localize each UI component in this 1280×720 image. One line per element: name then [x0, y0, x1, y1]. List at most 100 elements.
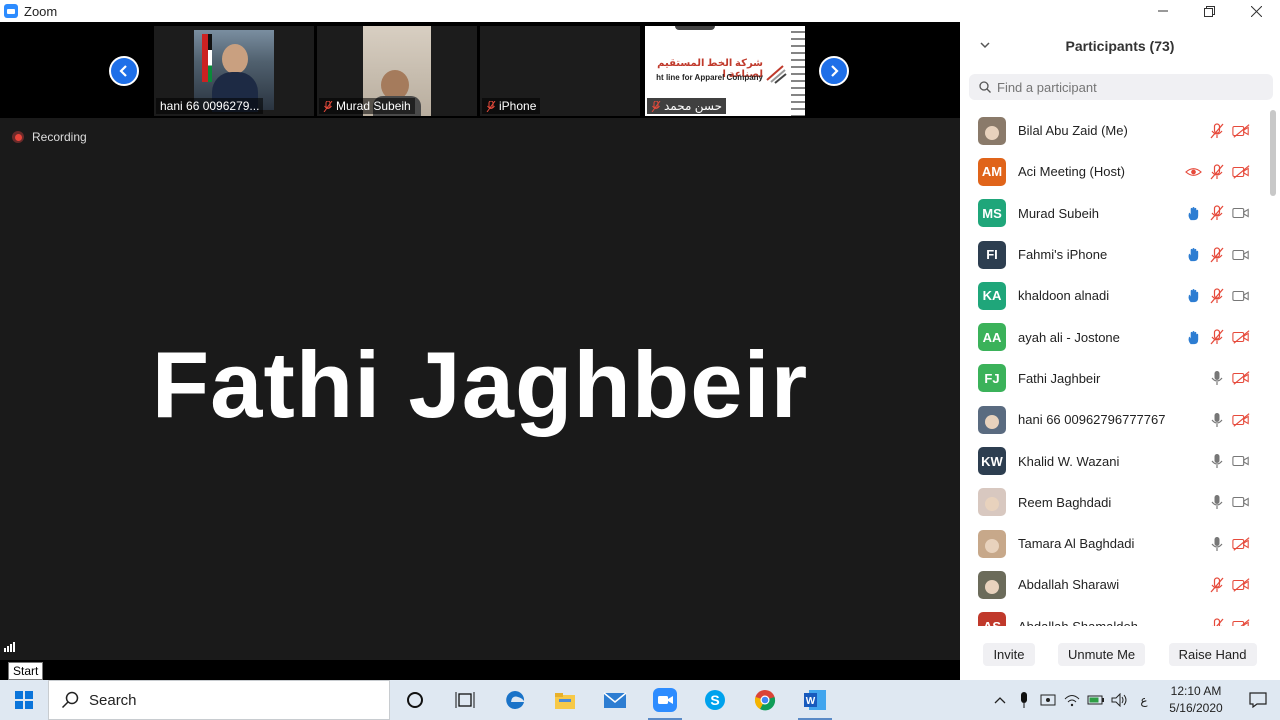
unmute-me-button[interactable]: Unmute Me: [1057, 642, 1146, 666]
participant-row[interactable]: AS Abdallah Shamaldeh: [960, 606, 1270, 626]
meet-now-button[interactable]: [1036, 680, 1060, 720]
edge-icon: [506, 690, 525, 709]
video-off-icon[interactable]: [1232, 369, 1250, 387]
svg-text:S: S: [710, 692, 719, 708]
battery-button[interactable]: [1084, 680, 1108, 720]
restore-button[interactable]: [1186, 0, 1233, 22]
video-tile[interactable]: iPhone: [480, 26, 640, 116]
network-button[interactable]: [1060, 680, 1084, 720]
mic-muted-icon[interactable]: [1208, 287, 1226, 305]
participant-row[interactable]: Abdallah Sharawi: [960, 564, 1270, 605]
notifications-button[interactable]: [1236, 680, 1280, 720]
file-explorer-button[interactable]: [540, 680, 590, 720]
skype-button[interactable]: S: [690, 680, 740, 720]
mic-icon[interactable]: [1208, 411, 1226, 429]
participant-row[interactable]: MS Murad Subeih: [960, 193, 1270, 234]
video-off-icon[interactable]: [1232, 122, 1250, 140]
participant-row[interactable]: AM Aci Meeting (Host): [960, 151, 1270, 192]
cortana-button[interactable]: [390, 680, 440, 720]
participant-row[interactable]: AA ayah ali - Jostone: [960, 316, 1270, 357]
video-icon[interactable]: [1232, 452, 1250, 470]
search-input[interactable]: [997, 79, 1257, 95]
restore-icon: [1204, 5, 1215, 17]
panel-scrollbar[interactable]: [1270, 110, 1276, 196]
video-off-icon[interactable]: [1232, 535, 1250, 553]
mic-muted-icon[interactable]: [1208, 617, 1226, 626]
participant-row[interactable]: Bilal Abu Zaid (Me): [960, 110, 1270, 151]
raise-hand-button[interactable]: Raise Hand: [1168, 642, 1257, 666]
language-indicator[interactable]: ع: [1132, 680, 1156, 720]
recording-indicator[interactable]: Recording: [12, 130, 87, 144]
participant-search[interactable]: [969, 74, 1273, 100]
task-view-button[interactable]: [440, 680, 490, 720]
microphone-tray-button[interactable]: [1012, 680, 1036, 720]
clock[interactable]: 12:10 AM 5/16/2020: [1156, 683, 1236, 717]
participant-row[interactable]: Reem Baghdadi: [960, 482, 1270, 523]
participant-row[interactable]: FJ Fathi Jaghbeir: [960, 358, 1270, 399]
video-tile[interactable]: hani 66 0096279...: [154, 26, 314, 116]
participant-row[interactable]: KW Khalid W. Wazani: [960, 440, 1270, 481]
invite-button[interactable]: Invite: [983, 642, 1035, 666]
mail-icon: [603, 692, 627, 708]
participant-name: Fahmi's iPhone: [1018, 247, 1108, 263]
chrome-button[interactable]: [740, 680, 790, 720]
mic-muted-icon[interactable]: [1208, 328, 1226, 346]
participant-status-icons: [1184, 316, 1250, 357]
meeting-controls-bar: [0, 660, 960, 680]
volume-button[interactable]: [1108, 680, 1132, 720]
avatar: MS: [978, 199, 1006, 228]
participant-status-icons: [1208, 523, 1250, 564]
participant-row[interactable]: FI Fahmi's iPhone: [960, 234, 1270, 275]
mic-muted-icon[interactable]: [1208, 122, 1226, 140]
participant-name: Murad Subeih: [1018, 205, 1099, 221]
mic-icon[interactable]: [1208, 369, 1226, 387]
mic-muted-icon[interactable]: [1208, 246, 1226, 264]
participant-row[interactable]: hani 66 00962796777767: [960, 399, 1270, 440]
minimize-button[interactable]: [1139, 0, 1186, 22]
chevron-down-icon[interactable]: [978, 38, 992, 52]
video-tile[interactable]: شركة الخط المستقيم لصناعة ا ht line for …: [645, 26, 805, 116]
wifi-icon: [1064, 695, 1080, 707]
video-icon[interactable]: [1232, 204, 1250, 222]
next-page-button[interactable]: [819, 56, 849, 86]
mic-icon[interactable]: [1208, 452, 1226, 470]
edge-button[interactable]: [490, 680, 540, 720]
avatar: [978, 405, 1006, 434]
participant-row[interactable]: KA khaldoon alnadi: [960, 275, 1270, 316]
word-button[interactable]: W: [790, 680, 840, 720]
avatar: KA: [978, 281, 1006, 310]
mic-muted-icon[interactable]: [1208, 204, 1226, 222]
video-off-icon[interactable]: [1232, 328, 1250, 346]
participant-list: Bilal Abu Zaid (Me) AM Aci Meeting (Host) M…: [960, 110, 1270, 626]
record-icon: [12, 131, 24, 143]
notification-icon: [1249, 692, 1267, 708]
video-icon[interactable]: [1232, 246, 1250, 264]
video-off-icon[interactable]: [1232, 411, 1250, 429]
zoom-taskbar-button[interactable]: [640, 680, 690, 720]
avatar: FI: [978, 240, 1006, 269]
mic-muted-icon[interactable]: [1208, 576, 1226, 594]
participant-row[interactable]: Tamara Al Baghdadi: [960, 523, 1270, 564]
signal-strength-icon[interactable]: [4, 642, 15, 652]
search-icon: [979, 81, 991, 93]
taskbar-search[interactable]: Search: [48, 680, 390, 720]
avatar: [978, 488, 1006, 517]
video-off-icon[interactable]: [1232, 163, 1250, 181]
mic-muted-icon[interactable]: [1208, 163, 1226, 181]
company-banner-en: ht line for Apparel Company: [656, 73, 763, 82]
participant-status-icons: [1208, 110, 1250, 151]
video-off-icon[interactable]: [1232, 617, 1250, 626]
close-button[interactable]: [1233, 0, 1280, 22]
video-tile[interactable]: Murad Subeih: [317, 26, 477, 116]
mic-icon[interactable]: [1208, 493, 1226, 511]
show-hidden-icons-button[interactable]: [988, 680, 1012, 720]
avatar: KW: [978, 447, 1006, 476]
start-button[interactable]: [0, 680, 48, 720]
participant-name: Abdallah Sharawi: [1018, 577, 1120, 593]
video-icon[interactable]: [1232, 287, 1250, 305]
video-icon[interactable]: [1232, 493, 1250, 511]
previous-page-button[interactable]: [109, 56, 139, 86]
video-off-icon[interactable]: [1232, 576, 1250, 594]
mic-icon[interactable]: [1208, 535, 1226, 553]
mail-button[interactable]: [590, 680, 640, 720]
